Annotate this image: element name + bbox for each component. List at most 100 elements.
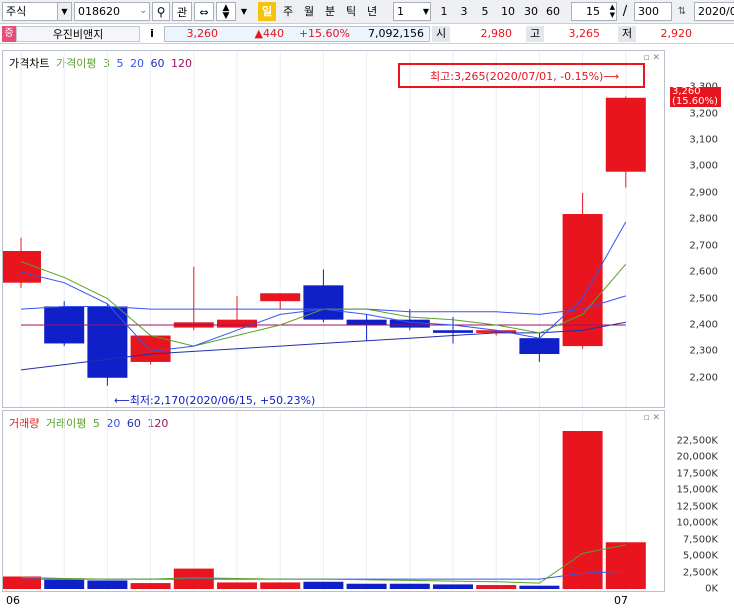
price-tick-label: 2,700 (689, 240, 718, 252)
count-input[interactable]: 15 ▲ ▼ (571, 2, 617, 21)
market-select[interactable]: 주식 ▼ (2, 2, 72, 21)
refresh-button[interactable]: ⇅ (675, 2, 689, 21)
price-tick-label: 3,200 (689, 108, 718, 120)
updown-arrows[interactable]: ▲ ▼ (216, 2, 236, 21)
period-value-select[interactable]: 1 ▼ (393, 2, 431, 21)
low-label: 저 (618, 26, 636, 42)
stock-code-input[interactable]: 018620 ⌄ (74, 2, 150, 21)
period-year-button[interactable]: 년 (363, 2, 381, 21)
volume-tick-label: 17,500K (676, 468, 718, 480)
x-label-06: 06 (6, 594, 20, 607)
chevron-down-icon: ▼ (240, 7, 248, 16)
chevron-down-icon: ▼ (57, 3, 71, 20)
volume-bar (476, 585, 517, 589)
current-price: 3,260 (186, 27, 219, 40)
high-label: 고 (526, 26, 544, 42)
stock-code-value: 018620 (78, 5, 120, 18)
volume-bar (3, 576, 41, 589)
link-icon: ⇔ (199, 6, 209, 19)
refresh-icon: ⇅ (677, 6, 687, 17)
quick-1-button[interactable]: 1 (436, 2, 452, 21)
low-price: 2,920 (660, 27, 693, 40)
volume-tick-label: 15,000K (676, 484, 718, 496)
count-value: 15 (586, 5, 600, 18)
chevron-down-icon: ▼ (422, 7, 429, 16)
price-tick-label: 2,300 (689, 345, 718, 357)
volume-bar (303, 581, 344, 589)
search-icon: ⚲ (156, 5, 166, 19)
volume-bar (44, 579, 85, 589)
volume-tick-label: 10,000K (676, 517, 718, 529)
candle-body (433, 330, 473, 333)
price-change: ▲440 (254, 27, 284, 40)
period-week-button[interactable]: 주 (279, 2, 297, 21)
price-tick-label: 3,100 (689, 134, 718, 146)
volume-bar (433, 584, 473, 589)
x-label-07: 07 (614, 594, 628, 607)
interest-button[interactable]: 관 (172, 2, 192, 21)
candle-body (130, 335, 171, 362)
price-tick-label: 2,600 (689, 266, 718, 278)
volume-tick-label: 0K (705, 583, 718, 595)
period-day-button[interactable]: 일 (258, 2, 276, 21)
period-month-button[interactable]: 월 (300, 2, 318, 21)
volume-chart-svg (3, 411, 646, 591)
candle-body (217, 319, 257, 328)
volume-bar (130, 583, 171, 589)
quick-10-button[interactable]: 10 (498, 2, 518, 21)
candle-body (605, 97, 646, 172)
current-price-tag-pct: (15.60%) (672, 96, 718, 107)
quick-60-button[interactable]: 60 (543, 2, 563, 21)
volume-bar (389, 583, 430, 589)
volume-tick-label: 20,000K (676, 451, 718, 463)
candle-body (260, 293, 301, 302)
high-price: 3,265 (568, 27, 601, 40)
trade-volume: 7,092,156 (368, 27, 424, 40)
quote-bar: 증 우진비앤지 i 3,260 ▲440 +15.60% 7,092,156 시… (0, 24, 734, 44)
chevron-down-icon: ⌄ (139, 6, 147, 16)
link-button[interactable]: ⇔ (194, 2, 214, 21)
volume-bar (87, 580, 128, 589)
volume-tick-label: 2,500K (682, 567, 718, 579)
date-input[interactable]: 2020/0 (694, 2, 734, 21)
volume-bar (260, 582, 301, 589)
price-tick-label: 3,000 (689, 160, 718, 172)
candle-body (562, 214, 603, 347)
volume-bar (217, 582, 257, 589)
candle-body (87, 306, 128, 378)
price-change-pct: +15.60% (298, 27, 350, 40)
price-tick-label: 2,900 (689, 187, 718, 199)
open-price: 2,980 (480, 27, 513, 40)
open-label: 시 (432, 26, 450, 42)
period-minute-button[interactable]: 분 (321, 2, 339, 21)
volume-axis: 22,500K 20,000K 17,500K 15,000K 12,500K 10,00… (665, 410, 734, 595)
dropdown-arrow[interactable]: ▼ (238, 2, 250, 21)
count-slash: / (622, 4, 628, 19)
quick-5-button[interactable]: 5 (477, 2, 493, 21)
price-tick-label: 2,800 (689, 213, 718, 225)
high-annotation: 최고:3,265(2020/07/01, -0.15%)⟶ (430, 70, 620, 83)
market-badge: 증 (2, 26, 16, 42)
info-button[interactable]: i (144, 26, 160, 42)
quick-3-button[interactable]: 3 (456, 2, 472, 21)
search-button[interactable]: ⚲ (152, 2, 170, 21)
toolbar: 주식 ▼ 018620 ⌄ ⚲ 관 ⇔ ▲ ▼ ▼ 일 주 월 분 틱 년 1 ▼… (0, 0, 734, 24)
stock-name: 우진비앤지 (16, 26, 140, 42)
period-tick-button[interactable]: 틱 (342, 2, 360, 21)
market-select-label: 주식 (6, 5, 27, 18)
candle-body (519, 338, 560, 355)
low-annotation: ⟵최저:2,170(2020/06/15, +50.23%) (114, 394, 316, 407)
volume-bar (519, 585, 560, 589)
volume-tick-label: 7,500K (682, 534, 718, 546)
down-arrow-icon: ▼ (222, 11, 230, 21)
price-tick-label: 2,400 (689, 319, 718, 331)
price-chart-svg (3, 51, 646, 407)
price-tick-label: 2,200 (689, 372, 718, 384)
price-tick-label: 2,500 (689, 293, 718, 305)
volume-tick-label: 22,500K (676, 435, 718, 447)
total-input[interactable]: 300 (634, 2, 672, 21)
volume-bar (346, 583, 387, 589)
quick-30-button[interactable]: 30 (521, 2, 541, 21)
period-value: 1 (397, 5, 404, 18)
volume-bar (605, 542, 646, 589)
